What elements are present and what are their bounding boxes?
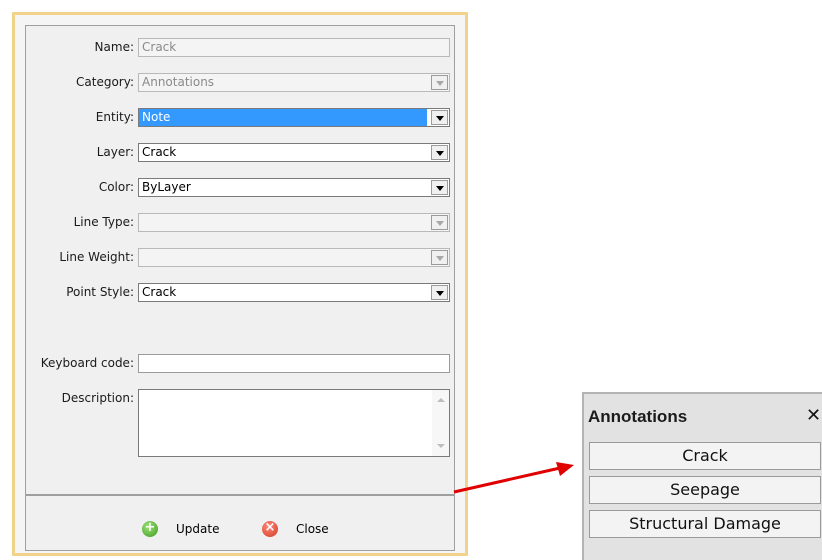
color-value: ByLayer <box>142 180 191 194</box>
annotations-panel: Annotations ✕ Crack Seepage Structural D… <box>582 392 822 560</box>
line-weight-label: Line Weight: <box>59 250 134 264</box>
entity-label: Entity: <box>95 110 134 124</box>
point-style-value: Crack <box>142 285 177 299</box>
close-icon[interactable]: ✕ <box>806 405 821 426</box>
annotation-item-structural-damage[interactable]: Structural Damage <box>589 510 821 538</box>
name-field[interactable]: Crack <box>138 38 450 57</box>
chevron-down-icon[interactable] <box>431 285 448 300</box>
description-label: Description: <box>61 391 134 405</box>
chevron-down-icon[interactable] <box>431 250 448 265</box>
close-button[interactable]: × Close <box>262 518 329 540</box>
keyboard-code-label: Keyboard code: <box>40 356 134 370</box>
line-weight-combo[interactable] <box>138 248 450 267</box>
color-combo[interactable]: ByLayer <box>138 178 450 197</box>
layer-value: Crack <box>142 145 177 159</box>
category-combo[interactable]: Annotations <box>138 73 450 92</box>
line-weight-value <box>139 249 427 266</box>
button-panel: + Update × Close <box>25 495 455 551</box>
annotation-item-crack[interactable]: Crack <box>589 442 821 470</box>
entity-value: Note <box>139 109 427 126</box>
close-label: Close <box>296 522 329 536</box>
line-type-combo[interactable] <box>138 213 450 232</box>
chevron-down-icon[interactable] <box>431 75 448 90</box>
plus-circle-icon: + <box>142 520 158 537</box>
feature-code-dialog: Name: Crack Category: Annotations Entity… <box>12 12 468 556</box>
chevron-down-icon[interactable] <box>431 145 448 160</box>
properties-panel: Name: Crack Category: Annotations Entity… <box>25 25 455 495</box>
color-label: Color: <box>98 180 134 194</box>
layer-label: Layer: <box>96 145 134 159</box>
entity-combo[interactable]: Note <box>138 108 450 127</box>
annotation-item-seepage[interactable]: Seepage <box>589 476 821 504</box>
point-style-label: Point Style: <box>66 285 134 299</box>
name-label: Name: <box>94 40 134 54</box>
x-circle-icon: × <box>262 520 278 537</box>
chevron-down-icon[interactable] <box>431 110 448 125</box>
keyboard-code-input[interactable] <box>138 354 450 373</box>
update-button[interactable]: + Update <box>142 518 219 540</box>
chevron-down-icon[interactable] <box>431 180 448 195</box>
scroll-up-icon[interactable] <box>437 398 445 402</box>
pointer-arrow-icon <box>453 462 574 494</box>
line-type-value <box>139 214 427 231</box>
update-label: Update <box>176 522 220 536</box>
point-style-combo[interactable]: Crack <box>138 283 450 302</box>
description-scrollbar[interactable] <box>432 390 449 456</box>
chevron-down-icon[interactable] <box>431 215 448 230</box>
description-textarea[interactable] <box>138 389 450 457</box>
annotations-title: Annotations <box>588 407 688 426</box>
line-type-label: Line Type: <box>73 215 134 229</box>
layer-combo[interactable]: Crack <box>138 143 450 162</box>
category-label: Category: <box>76 75 134 89</box>
category-value: Annotations <box>142 75 215 89</box>
scroll-down-icon[interactable] <box>437 444 445 448</box>
